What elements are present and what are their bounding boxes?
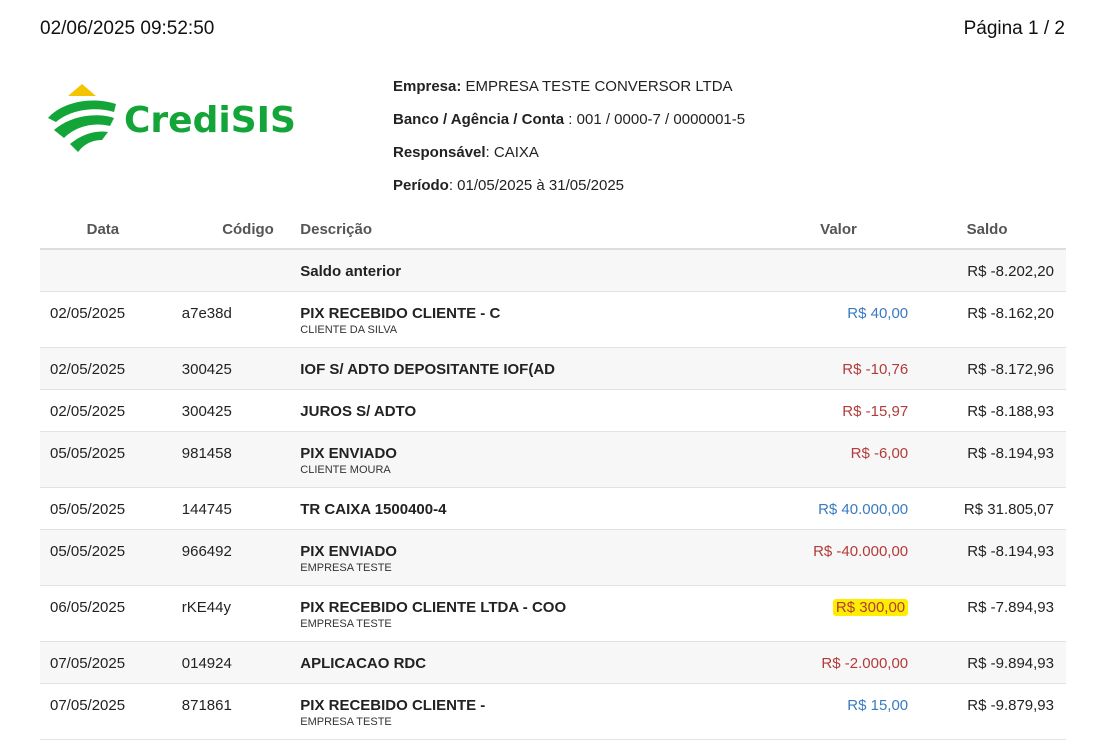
table-row: 02/05/2025 a7e38d PIX RECEBIDO CLIENTE -… xyxy=(40,291,1066,348)
table-row: 05/05/2025 966492 PIX ENVIADO EMPRESA TES… xyxy=(40,529,1066,586)
svg-text:CrediSIS: CrediSIS xyxy=(124,100,294,141)
table-row: 02/05/2025 300425 IOF S/ ADTO DEPOSITANT… xyxy=(40,347,1066,390)
col-descricao: Descrição xyxy=(300,210,709,250)
highlighted-value: R$ 300,00 xyxy=(832,599,909,616)
table-header: Data Código Descrição Valor Saldo xyxy=(40,210,1066,250)
col-data: Data xyxy=(40,210,166,250)
page-header: 02/06/2025 09:52:50 Página 1 / 2 xyxy=(40,18,1065,46)
opening-label: Saldo anterior xyxy=(300,249,709,292)
conta-line: Banco / Agência / Conta : 001 / 0000-7 /… xyxy=(393,111,746,128)
responsavel-line: Responsável: CAIXA xyxy=(393,144,539,161)
credisis-logo: CrediSIS xyxy=(44,82,294,156)
table-row: 07/05/2025 014924 APLICACAO RDC R$ -2.00… xyxy=(40,641,1066,684)
col-valor: Valor xyxy=(708,210,909,250)
table-row: 02/05/2025 300425 JUROS S/ ADTO R$ -15,9… xyxy=(40,389,1066,432)
col-codigo: Código xyxy=(165,210,301,250)
table-row: 07/05/2025 871861 PIX RECEBIDO CLIENTE -… xyxy=(40,683,1066,740)
report-datetime: 02/06/2025 09:52:50 xyxy=(40,18,215,39)
periodo-line: Período: 01/05/2025 à 31/05/2025 xyxy=(393,177,625,194)
page-number: Página 1 / 2 xyxy=(963,18,1065,39)
account-info: Empresa: EMPRESA TESTE CONVERSOR LTDA Ba… xyxy=(393,78,745,210)
empresa-line: Empresa: EMPRESA TESTE CONVERSOR LTDA xyxy=(393,78,733,95)
table-row: 05/05/2025 144745 TR CAIXA 1500400-4 R$ … xyxy=(40,487,1066,530)
table-row: 06/05/2025 rKE44y PIX RECEBIDO CLIENTE L… xyxy=(40,585,1066,642)
table-row: 05/05/2025 981458 PIX ENVIADO CLIENTE MOU… xyxy=(40,431,1066,488)
col-saldo: Saldo xyxy=(908,210,1066,250)
opening-saldo: R$ -8.202,20 xyxy=(908,249,1066,292)
opening-balance-row: Saldo anterior R$ -8.202,20 xyxy=(40,249,1066,292)
statement-table: Data Código Descrição Valor Saldo Saldo … xyxy=(40,210,1066,740)
